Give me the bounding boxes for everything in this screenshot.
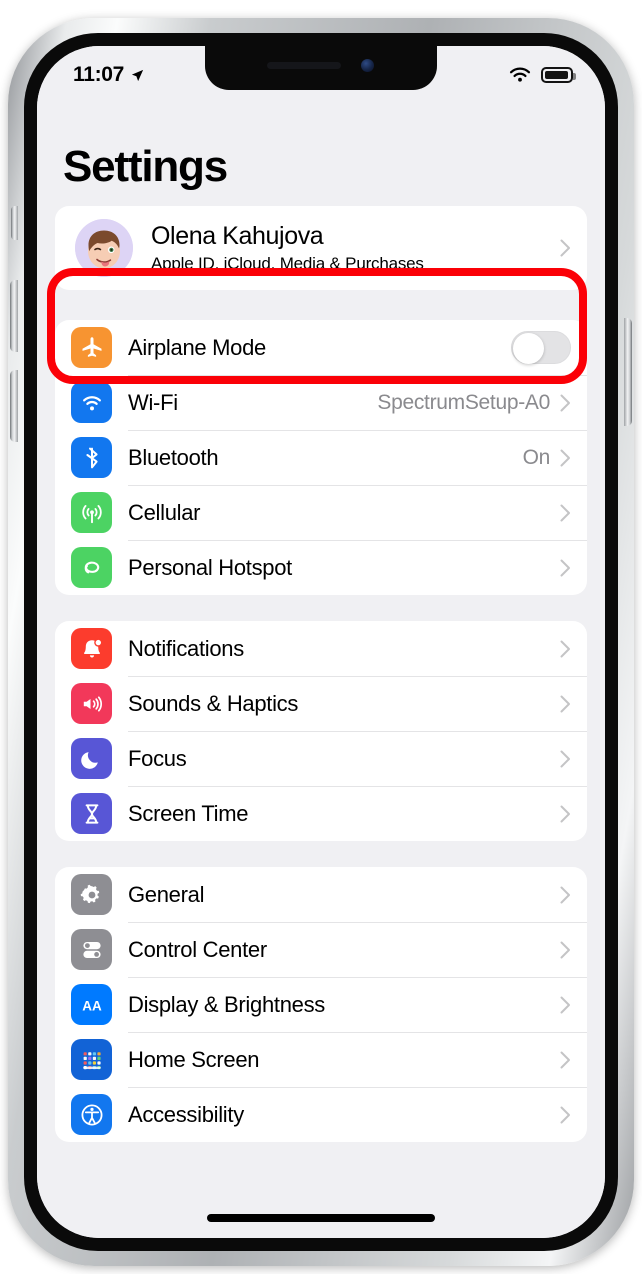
chevron-right-icon: [560, 886, 571, 904]
airplane-icon: [71, 327, 112, 368]
chevron-right-icon: [560, 559, 571, 577]
settings-row-label: Wi-Fi: [128, 389, 178, 415]
settings-content: Settings Olena Kahujova Apple ID, iCloud…: [37, 46, 605, 1238]
settings-row-label: Bluetooth: [128, 444, 219, 470]
earpiece-speaker-icon: [267, 62, 341, 69]
settings-group-system: General Control Center AA Display & Brightn…: [55, 867, 587, 1142]
chevron-right-icon: [560, 394, 571, 412]
settings-row-notifications[interactable]: Notifications: [55, 621, 587, 676]
wifi-icon: [71, 382, 112, 423]
settings-row-control-center[interactable]: Control Center: [55, 922, 587, 977]
chevron-right-icon: [560, 640, 571, 658]
settings-groups: Airplane Mode Wi-Fi SpectrumSetup-A0 Blueto…: [37, 320, 605, 1142]
power-button[interactable]: [624, 318, 632, 426]
home-indicator[interactable]: [207, 1214, 435, 1222]
chevron-right-icon: [560, 504, 571, 522]
settings-row-wi-fi[interactable]: Wi-Fi SpectrumSetup-A0: [55, 375, 587, 430]
svg-text:AA: AA: [82, 998, 102, 1013]
chevron-right-icon: [560, 239, 571, 257]
moon-icon: [71, 738, 112, 779]
settings-row-accessibility[interactable]: Accessibility: [55, 1087, 587, 1142]
settings-row-sounds-haptics[interactable]: Sounds & Haptics: [55, 676, 587, 731]
settings-row-label: Home Screen: [128, 1046, 260, 1072]
chevron-right-icon: [560, 695, 571, 713]
cellular-antenna-icon: [71, 492, 112, 533]
settings-row-label: Airplane Mode: [128, 334, 266, 360]
app-grid-icon: [71, 1039, 112, 1080]
profile-name: Olena Kahujova: [151, 222, 324, 250]
memoji-avatar: [75, 219, 133, 277]
settings-row-label: General: [128, 881, 205, 907]
hotspot-link-icon: [71, 547, 112, 588]
chevron-right-icon: [560, 996, 571, 1014]
mute-switch[interactable]: [11, 206, 18, 240]
hourglass-icon: [71, 793, 112, 834]
settings-row-airplane-mode[interactable]: Airplane Mode: [55, 320, 587, 375]
bluetooth-icon: [71, 437, 112, 478]
settings-row-label: Display & Brightness: [128, 991, 325, 1017]
settings-row-label: Notifications: [128, 635, 244, 661]
settings-row-label: Accessibility: [128, 1101, 244, 1127]
wifi-icon: [508, 66, 532, 84]
settings-row-label: Focus: [128, 745, 187, 771]
gear-icon: [71, 874, 112, 915]
volume-up-button[interactable]: [10, 280, 18, 352]
settings-row-bluetooth[interactable]: Bluetooth On: [55, 430, 587, 485]
chevron-right-icon: [560, 805, 571, 823]
settings-row-screen-time[interactable]: Screen Time: [55, 786, 587, 841]
chevron-right-icon: [560, 1106, 571, 1124]
settings-row-label: Sounds & Haptics: [128, 690, 299, 716]
settings-row-focus[interactable]: Focus: [55, 731, 587, 786]
bell-icon: [71, 628, 112, 669]
speaker-icon: [71, 683, 112, 724]
chevron-right-icon: [560, 1051, 571, 1069]
volume-down-button[interactable]: [10, 370, 18, 442]
front-camera-icon: [361, 59, 374, 72]
settings-group-alerts: Notifications Sounds & Haptics Focus Screen…: [55, 621, 587, 841]
settings-row-value: SpectrumSetup-A0: [377, 390, 550, 414]
accessibility-icon: [71, 1094, 112, 1135]
settings-row-label: Screen Time: [128, 800, 249, 826]
profile-row[interactable]: Olena Kahujova Apple ID, iCloud, Media &…: [55, 206, 587, 290]
text-size-aa-icon: AA: [71, 984, 112, 1025]
settings-row-home-screen[interactable]: Home Screen: [55, 1032, 587, 1087]
notch: [205, 46, 437, 90]
profile-group: Olena Kahujova Apple ID, iCloud, Media &…: [55, 206, 587, 290]
chevron-right-icon: [560, 750, 571, 768]
settings-row-cellular[interactable]: Cellular: [55, 485, 587, 540]
status-time: 11:07: [73, 63, 125, 86]
toggles-icon: [71, 929, 112, 970]
settings-row-value: On: [522, 445, 551, 469]
phone-frame: 11:07 Settings Olena Kahujova Apple ID, …: [8, 18, 634, 1266]
settings-row-display-brightness[interactable]: AA Display & Brightness: [55, 977, 587, 1032]
battery-icon: [541, 67, 576, 83]
settings-row-label: Control Center: [128, 936, 267, 962]
settings-row-label: Cellular: [128, 499, 201, 525]
profile-subtitle: Apple ID, iCloud, Media & Purchases: [151, 254, 424, 273]
settings-row-label: Personal Hotspot: [128, 554, 292, 580]
phone-bezel: 11:07 Settings Olena Kahujova Apple ID, …: [24, 33, 618, 1251]
location-arrow-icon: [130, 68, 145, 83]
chevron-right-icon: [560, 941, 571, 959]
settings-group-connectivity: Airplane Mode Wi-Fi SpectrumSetup-A0 Blueto…: [55, 320, 587, 595]
settings-row-personal-hotspot[interactable]: Personal Hotspot: [55, 540, 587, 595]
settings-row-general[interactable]: General: [55, 867, 587, 922]
phone-screen: 11:07 Settings Olena Kahujova Apple ID, …: [37, 46, 605, 1238]
airplane-mode-toggle[interactable]: [511, 331, 571, 364]
page-title: Settings: [63, 142, 228, 191]
chevron-right-icon: [560, 449, 571, 467]
